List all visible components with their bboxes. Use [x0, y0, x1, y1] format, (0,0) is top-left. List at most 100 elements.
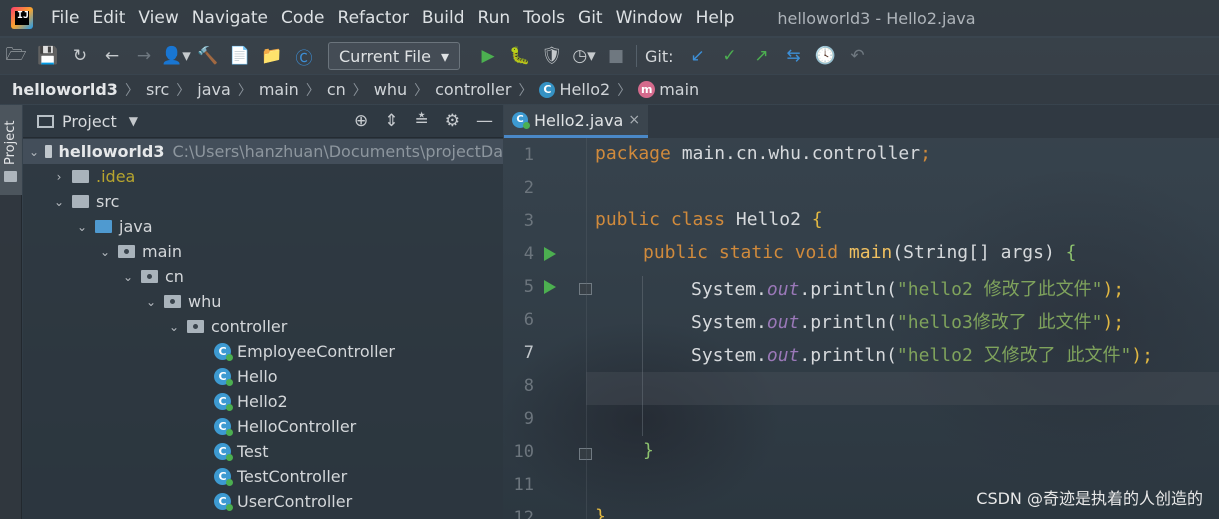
package-icon	[118, 245, 135, 258]
class-name: Hello2	[725, 209, 812, 230]
git-merge-icon[interactable]: ⇆	[778, 40, 810, 72]
out-field: out	[766, 312, 800, 333]
tree-node-idea[interactable]: › .idea	[23, 164, 503, 189]
git-commit-check-icon[interactable]: ✓	[714, 40, 746, 72]
project-panel-title[interactable]: Project	[62, 112, 117, 131]
gear-icon[interactable]: ⚙	[445, 111, 460, 131]
tree-node-src[interactable]: ⌄ src	[23, 189, 503, 214]
menu-file[interactable]: File	[51, 8, 79, 28]
println-call: .println(	[799, 312, 897, 333]
code-line-4: public static void main(String[] args) {	[643, 242, 1077, 263]
close-icon[interactable]: ×	[628, 112, 640, 128]
tree-node-class[interactable]: C Hello2	[23, 389, 503, 414]
class-label: HelloController	[237, 417, 357, 436]
breadcrumb-class[interactable]: Hello2	[559, 80, 610, 99]
build-hammer-icon[interactable]: 🔨	[192, 40, 224, 72]
brace: }	[595, 506, 606, 519]
brace: {	[1065, 242, 1077, 263]
menu-build[interactable]: Build	[422, 8, 465, 28]
git-update-arrow-icon[interactable]: ↙	[682, 40, 714, 72]
chevron-down-icon[interactable]: ⌄	[98, 245, 112, 259]
run-configuration-select[interactable]: Current File ▾	[328, 42, 460, 70]
system-ref: System.	[691, 312, 767, 333]
tree-node-controller[interactable]: ⌄ controller	[23, 314, 503, 339]
project-tool-tab[interactable]: Project	[0, 105, 22, 195]
git-rollback-icon[interactable]: ↶	[842, 40, 874, 72]
tree-node-class[interactable]: C UserController	[23, 489, 503, 514]
open-folder-icon[interactable]: 🗁	[0, 40, 32, 72]
stop-icon[interactable]: ■	[600, 40, 632, 72]
chevron-right-icon: 〉	[352, 82, 367, 99]
minimize-icon[interactable]: —	[476, 111, 493, 131]
src-label: src	[96, 192, 120, 211]
back-arrow-icon[interactable]: ←	[96, 40, 128, 72]
save-all-icon[interactable]: 💾	[32, 40, 64, 72]
menu-tools[interactable]: Tools	[523, 8, 565, 28]
current-line-highlight	[586, 372, 1219, 405]
tree-node-main[interactable]: ⌄ main	[23, 239, 503, 264]
chevron-right-icon[interactable]: ›	[52, 170, 66, 184]
menu-view[interactable]: View	[138, 8, 178, 28]
tree-node-java[interactable]: ⌄ java	[23, 214, 503, 239]
breadcrumb-src[interactable]: src	[146, 80, 169, 99]
user-dropdown-icon[interactable]: 👤▾	[160, 40, 192, 72]
breadcrumb-java[interactable]: java	[197, 80, 231, 99]
git-history-clock-icon[interactable]: 🕓	[810, 40, 842, 72]
tree-node-whu[interactable]: ⌄ whu	[23, 289, 503, 314]
expand-all-icon[interactable]: ⇕	[384, 111, 398, 131]
tree-node-class[interactable]: C Hello	[23, 364, 503, 389]
editor-tab-hello2[interactable]: C Hello2.java ×	[504, 105, 649, 138]
breadcrumb-main[interactable]: main	[259, 80, 299, 99]
menu-navigate[interactable]: Navigate	[192, 8, 268, 28]
git-push-arrow-icon[interactable]: ↗	[746, 40, 778, 72]
run-main-gutter-icon[interactable]	[544, 280, 556, 294]
chevron-right-icon: 〉	[176, 82, 191, 99]
menu-help[interactable]: Help	[696, 8, 735, 28]
chevron-down-icon[interactable]: ⌄	[29, 145, 39, 159]
brace: {	[811, 209, 823, 230]
menu-run[interactable]: Run	[478, 8, 511, 28]
tree-node-root[interactable]: ⌄ helloworld3 C:\Users\hanzhuan\Document…	[23, 139, 503, 164]
breadcrumb-cn[interactable]: cn	[327, 80, 346, 99]
profiler-icon[interactable]: ◷▾	[568, 40, 600, 72]
breadcrumb-method[interactable]: main	[659, 80, 699, 99]
menu-window[interactable]: Window	[616, 8, 683, 28]
code-area[interactable]: 1 2 3 4 5 6 7 8 9 10 11 12 package main.…	[504, 138, 1219, 519]
menu-code[interactable]: Code	[281, 8, 325, 28]
locate-crosshair-icon[interactable]: ⊕	[354, 111, 368, 131]
chevron-down-icon[interactable]: ⌄	[121, 270, 135, 284]
menu-edit[interactable]: Edit	[92, 8, 125, 28]
line-number: 12	[513, 508, 534, 519]
chevron-down-icon[interactable]: ⌄	[144, 295, 158, 309]
tree-node-class[interactable]: C TestController	[23, 464, 503, 489]
editor-tab-bar: C Hello2.java ×	[504, 105, 1219, 138]
tree-node-cn[interactable]: ⌄ cn	[23, 264, 503, 289]
params: (String[] args)	[892, 242, 1066, 263]
class-label: Test	[237, 442, 269, 461]
chevron-down-icon[interactable]: ▼	[129, 114, 138, 128]
tree-node-class[interactable]: C Test	[23, 439, 503, 464]
package-name: main.cn.whu.controller	[670, 143, 921, 164]
file-structure-icon[interactable]: 📄	[224, 40, 256, 72]
run-class-gutter-icon[interactable]	[544, 247, 556, 261]
chevron-down-icon[interactable]: ⌄	[167, 320, 181, 334]
tree-node-class[interactable]: C EmployeeController	[23, 339, 503, 364]
forward-arrow-icon[interactable]: →	[128, 40, 160, 72]
menu-refactor[interactable]: Refactor	[338, 8, 409, 28]
debug-bug-icon[interactable]: 🐛	[504, 40, 536, 72]
run-icon[interactable]: ▶	[472, 40, 504, 72]
project-structure-icon[interactable]: 📁	[256, 40, 288, 72]
chevron-down-icon[interactable]: ⌄	[52, 195, 66, 209]
class-icon[interactable]: Ⓒ	[288, 40, 320, 72]
collapse-all-icon[interactable]: ≛	[415, 111, 429, 131]
breadcrumb-controller[interactable]: controller	[435, 80, 511, 99]
close-paren: );	[1131, 345, 1153, 366]
sync-icon[interactable]: ↻	[64, 40, 96, 72]
intellij-logo-icon[interactable]: IJ	[11, 7, 33, 29]
menu-git[interactable]: Git	[578, 8, 603, 28]
coverage-shield-icon[interactable]: 🛡	[536, 40, 568, 72]
tree-node-class[interactable]: C HelloController	[23, 414, 503, 439]
breadcrumb-project[interactable]: helloworld3	[12, 80, 118, 99]
breadcrumb-whu[interactable]: whu	[374, 80, 407, 99]
chevron-down-icon[interactable]: ⌄	[75, 220, 89, 234]
